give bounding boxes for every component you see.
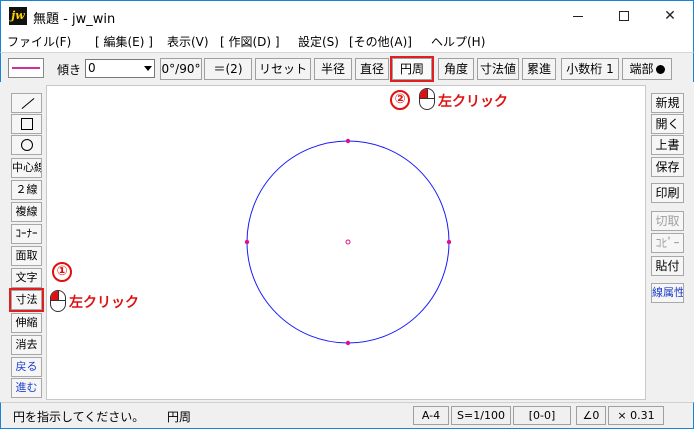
drawing-canvas[interactable] bbox=[46, 85, 646, 400]
progressive-button[interactable]: 累進 bbox=[522, 58, 556, 80]
file-open-button[interactable]: 開く bbox=[651, 114, 684, 134]
file-save-button[interactable]: 保存 bbox=[651, 157, 684, 177]
angle-box[interactable]: ∠0 bbox=[576, 406, 606, 425]
cut-button[interactable]: 切取 bbox=[651, 211, 684, 231]
annotation-step-1-text: 左クリック bbox=[69, 295, 139, 311]
minimize-button[interactable] bbox=[555, 1, 601, 31]
close-icon: ✕ bbox=[664, 8, 676, 24]
tool-offset-line[interactable]: 複線 bbox=[11, 202, 42, 222]
tool-erase[interactable]: 消去 bbox=[11, 335, 42, 355]
minimize-icon bbox=[573, 16, 583, 17]
line-style-sample[interactable] bbox=[8, 58, 44, 78]
menu-settings[interactable]: 設定(S) bbox=[298, 33, 339, 50]
title-bar: jw 無題 - jw_win ✕ bbox=[0, 0, 694, 30]
zoom-box[interactable]: × 0.31 bbox=[608, 406, 664, 425]
annotation-step-2-text: 左クリック bbox=[438, 94, 508, 110]
chevron-down-icon bbox=[144, 66, 152, 71]
tool-double-line[interactable]: ２線 bbox=[11, 180, 42, 200]
tool-chamfer[interactable]: 面取 bbox=[11, 246, 42, 266]
annotation-step-2-number: ② bbox=[390, 90, 410, 110]
copy-button[interactable]: ｺﾋﾟｰ bbox=[651, 233, 684, 253]
radius-button[interactable]: 半径 bbox=[314, 58, 352, 80]
tool-dimension[interactable]: 寸法 bbox=[9, 288, 44, 312]
app-logo-icon: jw bbox=[9, 7, 27, 25]
menu-view[interactable]: 表示(V) bbox=[167, 33, 209, 50]
mouse-left-click-icon bbox=[50, 290, 66, 312]
reset-button[interactable]: リセット bbox=[255, 58, 311, 80]
paper-size-box[interactable]: A-4 bbox=[413, 406, 449, 425]
tool-undo[interactable]: 戻る bbox=[11, 357, 42, 377]
drawing-svg bbox=[244, 138, 452, 346]
quadrant-point-right bbox=[446, 239, 452, 245]
line-attribute-button[interactable]: 線属性 bbox=[651, 283, 684, 303]
tool-corner[interactable]: ｺｰﾅｰ bbox=[11, 224, 42, 244]
tool-circle[interactable] bbox=[11, 135, 42, 155]
close-button[interactable]: ✕ bbox=[647, 1, 693, 31]
mouse-left-click-icon-2 bbox=[419, 88, 435, 110]
status-command: 円周 bbox=[167, 410, 192, 424]
quadrant-point-top bbox=[345, 138, 351, 144]
menu-help[interactable]: ヘルプ(H) bbox=[431, 33, 485, 50]
angle-button[interactable]: 角度 bbox=[438, 58, 474, 80]
menu-draw[interactable]: [ 作図(D) ] bbox=[220, 33, 280, 50]
annotation-step-1-number: ① bbox=[52, 262, 72, 282]
end-style-button[interactable]: 端部 bbox=[622, 58, 672, 80]
file-overwrite-button[interactable]: 上書 bbox=[651, 135, 684, 155]
tool-rectangle[interactable] bbox=[11, 114, 42, 134]
maximize-button[interactable] bbox=[601, 1, 647, 31]
end-style-label: 端部 bbox=[629, 62, 654, 76]
angle-select[interactable]: 0 bbox=[85, 59, 155, 78]
maximize-icon bbox=[619, 11, 629, 21]
dimension-toolbar: 傾き 0 0°/90° ＝(2) リセット 半径 直径 円周 角度 寸法値 累進… bbox=[0, 52, 694, 82]
scale-box[interactable]: S=1/100 bbox=[451, 406, 511, 425]
tool-text[interactable]: 文字 bbox=[11, 268, 42, 288]
dot-icon bbox=[655, 65, 665, 74]
tool-redo[interactable]: 進む bbox=[11, 378, 42, 398]
print-button[interactable]: 印刷 bbox=[651, 183, 684, 203]
line-icon bbox=[21, 97, 35, 110]
angle-label: 傾き bbox=[57, 63, 82, 77]
quadrant-point-left bbox=[244, 239, 250, 245]
tool-center-line[interactable]: 中心線 bbox=[11, 158, 42, 178]
tool-line[interactable] bbox=[11, 93, 42, 113]
menu-bar: ファイル(F) [ 編集(E) ] 表示(V) [ 作図(D) ] 設定(S) … bbox=[0, 30, 694, 52]
diameter-button[interactable]: 直径 bbox=[355, 58, 389, 80]
rectangle-icon bbox=[21, 118, 33, 130]
file-new-button[interactable]: 新規 bbox=[651, 93, 684, 113]
menu-edit[interactable]: [ 編集(E) ] bbox=[95, 33, 153, 50]
circumference-button[interactable]: 円周 bbox=[390, 56, 434, 82]
status-bar: 円を指示してください。 円周 A-4 S=1/100 [0-0] ∠0 × 0.… bbox=[0, 402, 694, 429]
status-message: 円を指示してください。 bbox=[13, 410, 145, 424]
menu-other[interactable]: [その他(A)] bbox=[349, 33, 412, 50]
menu-file[interactable]: ファイル(F) bbox=[7, 33, 71, 50]
paste-button[interactable]: 貼付 bbox=[651, 256, 684, 276]
window-title: 無題 - jw_win bbox=[33, 12, 116, 27]
tool-trim[interactable]: 伸縮 bbox=[11, 313, 42, 333]
equal-2-button[interactable]: ＝(2) bbox=[204, 58, 252, 80]
circle-icon bbox=[21, 139, 33, 151]
decimal-places-button[interactable]: 小数桁 1 bbox=[561, 58, 619, 80]
center-point bbox=[345, 239, 351, 245]
dimension-value-button[interactable]: 寸法値 bbox=[477, 58, 519, 80]
quadrant-point-bottom bbox=[345, 340, 351, 346]
angle-value: 0 bbox=[88, 61, 96, 75]
angle-0-90-button[interactable]: 0°/90° bbox=[160, 58, 202, 80]
layer-box[interactable]: [0-0] bbox=[513, 406, 571, 425]
